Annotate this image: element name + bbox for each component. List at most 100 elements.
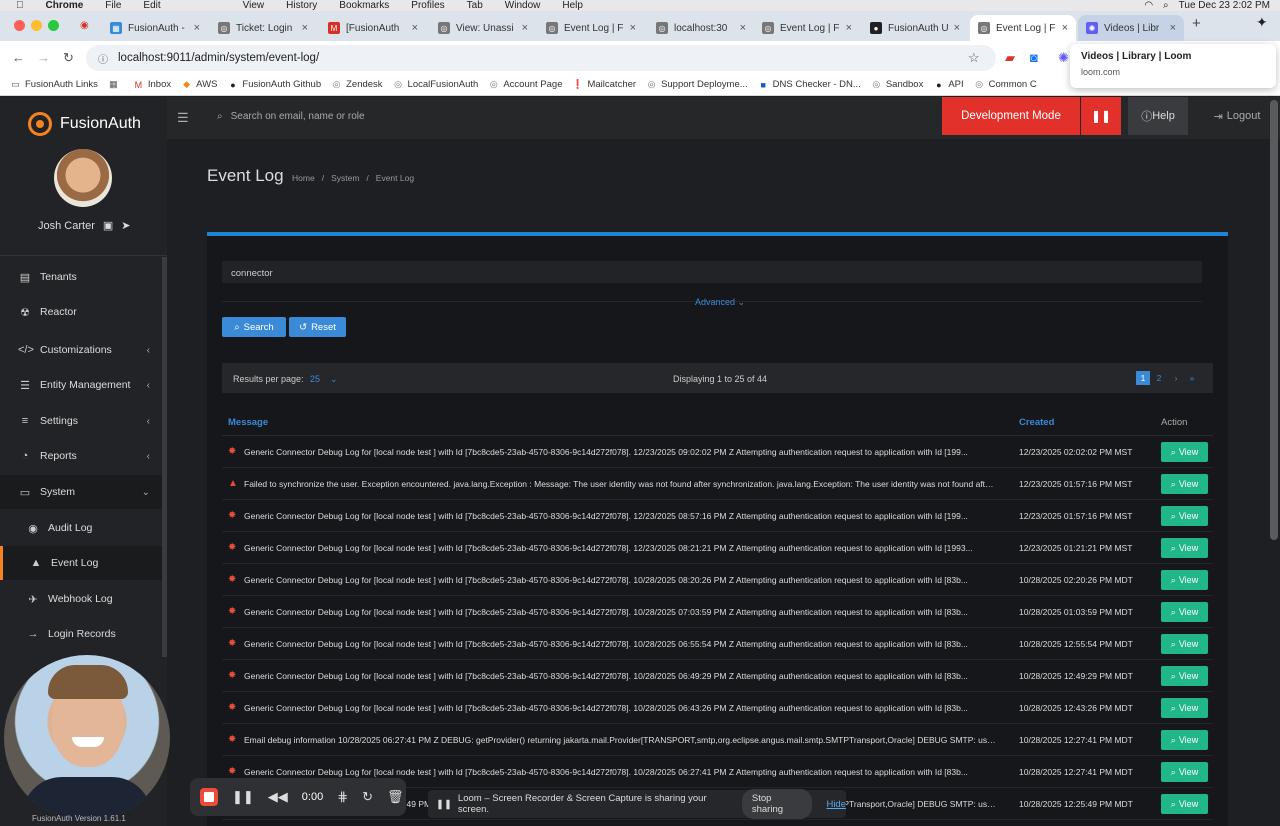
close-window-button[interactable] [14,20,25,31]
pause-icon[interactable]: ❚❚ [232,789,254,805]
view-button[interactable]: ⌕ View [1161,762,1208,782]
reset-button[interactable]: ↺ Reset [289,317,346,337]
avatar[interactable] [54,149,112,207]
page-scrollbar[interactable] [1270,100,1278,540]
breadcrumb-system[interactable]: System [331,173,359,183]
trash-icon[interactable]: 🗑 [387,789,404,805]
close-tab-icon[interactable]: × [302,22,308,34]
bookmark-item[interactable]: ◎ Common C [974,79,1036,90]
zoom-window-button[interactable] [48,20,59,31]
url-field[interactable]: ⓘ localhost:9011/admin/system/event-log/ [86,45,996,71]
browser-tab[interactable]: ◎ localhost:30 × [648,15,754,41]
help-button[interactable]: ⓘ Help [1128,97,1188,135]
view-button[interactable]: ⌕ View [1161,538,1208,558]
bookmark-item[interactable]: ■ DNS Checker - DN... [758,79,860,90]
view-button[interactable]: ⌕ View [1161,602,1208,622]
logout-button[interactable]: ⇥ Logout [1197,97,1277,135]
webcam-bubble[interactable] [4,655,170,821]
menu-window[interactable]: Window [505,0,541,11]
global-search[interactable]: ⌕ Search on email, name or role [217,111,365,122]
bookmark-item[interactable]: ● API [933,79,964,90]
bookmark-item[interactable]: ● FusionAuth Github [227,79,321,90]
view-button[interactable]: ⌕ View [1161,794,1208,814]
loom-extension-icon[interactable]: ✺ [1058,50,1069,66]
search-input[interactable]: connector [222,261,1202,283]
view-button[interactable]: ⌕ View [1161,474,1208,494]
sidebar-item-settings[interactable]: ≡ Settings ‹ [0,404,162,438]
view-button[interactable]: ⌕ View [1161,442,1208,462]
sidebar-item-tenants[interactable]: ▤ Tenants [0,260,162,294]
pause-icon[interactable]: ❚❚ [1081,97,1121,135]
menu-file[interactable]: File [105,0,121,11]
sidebar-item-login-records[interactable]: → Login Records [0,617,162,651]
forward-icon[interactable]: → [37,50,50,65]
sidebar-item-reactor[interactable]: ☢ Reactor [0,295,162,329]
breadcrumb-home[interactable]: Home [292,173,315,183]
new-tab-button[interactable]: + [1192,15,1201,32]
sidebar-item-customizations[interactable]: </> Customizations ‹ [0,333,162,367]
menu-view[interactable]: View [243,0,265,11]
page-1-button[interactable]: 1 [1136,371,1150,385]
bookmark-item[interactable]: ▭ FusionAuth Links [10,79,98,90]
development-mode-button[interactable]: Development Mode [942,97,1080,135]
bookmark-item[interactable]: ◆ AWS [181,79,217,90]
browser-tab[interactable]: ✺ Videos | Libr × [1078,15,1184,41]
next-page-button[interactable]: › [1169,371,1183,385]
extension-icon[interactable]: ▰ [1005,50,1015,66]
browser-tab[interactable]: M [FusionAuth × [320,15,426,41]
view-button[interactable]: ⌕ View [1161,666,1208,686]
browser-tab[interactable]: ● FusionAuth U × [862,15,968,41]
close-tab-icon[interactable]: × [194,22,200,34]
search-button[interactable]: ⌕ Search [222,317,286,337]
reload-icon[interactable]: ↻ [63,50,74,66]
rewind-icon[interactable]: ◀◀ [268,789,288,805]
view-button[interactable]: ⌕ View [1161,570,1208,590]
browser-tab[interactable]: ◎ View: Unassi × [430,15,536,41]
bookmark-item[interactable]: M Inbox [133,79,172,90]
bookmark-item[interactable]: ◎ LocalFusionAuth [393,79,478,90]
menubar-clock[interactable]: Tue Dec 23 2:02 PM [1179,0,1270,11]
close-tab-icon[interactable]: × [1062,22,1068,34]
last-page-button[interactable]: » [1185,371,1199,385]
view-button[interactable]: ⌕ View [1161,634,1208,654]
bookmark-item[interactable]: ◎ Support Deployme... [646,79,748,90]
view-button[interactable]: ⌕ View [1161,698,1208,718]
browser-tab[interactable]: ◎ Event Log | F × [538,15,644,41]
menu-history[interactable]: History [286,0,317,11]
stop-recording-button[interactable] [200,788,218,806]
apple-icon[interactable]:  [16,0,24,11]
id-card-icon[interactable]: ▣ [103,219,113,232]
results-per-page-select[interactable]: 25 ⌄ [310,374,338,385]
advanced-toggle[interactable]: Advanced ⌄ [695,297,745,308]
site-info-icon[interactable]: ⓘ [98,51,108,66]
sidebar-item-audit-log[interactable]: ◉ Audit Log [0,511,162,545]
browser-tab[interactable]: ▦ FusionAuth - × [102,15,208,41]
view-button[interactable]: ⌕ View [1161,730,1208,750]
page-2-button[interactable]: 2 [1152,371,1166,385]
hide-button[interactable]: Hide [826,799,846,810]
bookmark-item[interactable]: ◎ Sandbox [871,79,923,90]
hamburger-menu-icon[interactable]: ☰ [177,110,189,126]
sidebar-scrollbar[interactable] [162,257,167,657]
sidebar-item-system[interactable]: ▭ System ⌄ [0,475,162,509]
menu-edit[interactable]: Edit [143,0,160,11]
bookmark-item[interactable]: ◎ Zendesk [331,79,383,90]
bookmark-item[interactable]: ▦ [108,79,123,90]
sidebar-item-webhook-log[interactable]: ✈ Webhook Log [0,582,162,616]
location-arrow-icon[interactable]: ➤ [121,219,130,232]
bookmark-item[interactable]: ◎ Account Page [488,79,563,90]
sidebar-item-reports[interactable]: ◔ Reports ‹ [0,439,162,473]
menu-tab[interactable]: Tab [467,0,483,11]
close-tab-icon[interactable]: × [1170,22,1176,34]
wifi-icon[interactable]: ◠ [1144,0,1153,11]
column-message[interactable]: Message [228,417,268,428]
close-tab-icon[interactable]: × [630,22,636,34]
browser-tab[interactable]: ◎ Event Log | F × [970,15,1076,41]
close-tab-icon[interactable]: × [740,22,746,34]
close-tab-icon[interactable]: × [522,22,528,34]
bookmark-star-icon[interactable]: ☆ [968,50,980,66]
sidebar-item-event-log[interactable]: ▲ Event Log [0,546,162,580]
back-icon[interactable]: ← [12,50,25,65]
minimize-window-button[interactable] [31,20,42,31]
menu-help[interactable]: Help [562,0,583,11]
